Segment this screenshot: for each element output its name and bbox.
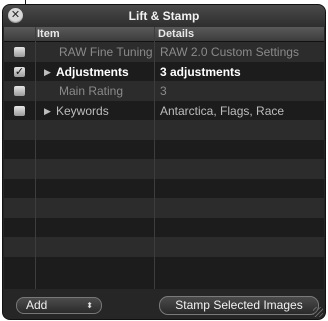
row-checkbox[interactable]: ✓ xyxy=(14,66,25,77)
row-details-label: Antarctica, Flags, Race xyxy=(160,103,285,118)
resize-grip-icon[interactable] xyxy=(313,307,323,317)
column-header-item[interactable]: Item xyxy=(37,27,60,41)
empty-row xyxy=(4,139,324,159)
row-details-label: 3 adjustments xyxy=(160,64,241,79)
row-checkbox[interactable]: ✓ xyxy=(14,105,25,116)
table-header: Item Details xyxy=(4,27,324,42)
window-title: Lift & Stamp xyxy=(128,9,200,23)
disclosure-triangle-icon[interactable]: ▶ xyxy=(44,105,51,117)
empty-row xyxy=(4,178,324,198)
table-body: ✓RAW Fine TuningRAW 2.0 Custom Settings✓… xyxy=(4,42,324,289)
popup-label: Add xyxy=(26,298,48,312)
row-checkbox[interactable]: ✓ xyxy=(14,47,25,57)
attributes-table: Item Details ✓RAW Fine TuningRAW 2.0 Cus… xyxy=(4,27,324,289)
table-row[interactable]: ✓ ▶ Adjustments 3 adjustments xyxy=(4,61,324,81)
disclosure-triangle-icon[interactable]: ▶ xyxy=(44,66,51,78)
empty-row xyxy=(4,237,324,257)
row-details-label: 3 xyxy=(160,84,167,98)
row-item-label: Keywords xyxy=(56,103,109,118)
empty-row xyxy=(4,120,324,140)
table-row[interactable]: ✓ ▶ Keywords Antarctica, Flags, Race xyxy=(4,100,324,120)
title-bar: ✕ Lift & Stamp xyxy=(3,5,325,27)
empty-row xyxy=(4,256,324,276)
row-checkbox[interactable]: ✓ xyxy=(14,86,25,96)
add-mode-popup[interactable]: Add ⬍ xyxy=(16,297,102,314)
bottom-bar: Add ⬍ Stamp Selected Images xyxy=(3,289,325,319)
row-item-label: Adjustments xyxy=(56,64,129,79)
table-row[interactable]: ✓Main Rating3 xyxy=(4,81,324,101)
column-divider xyxy=(35,27,36,289)
empty-row xyxy=(4,217,324,237)
row-details-label: RAW 2.0 Custom Settings xyxy=(160,45,299,59)
empty-row xyxy=(4,198,324,218)
column-header-details[interactable]: Details xyxy=(158,27,194,41)
lift-stamp-hud: ✕ Lift & Stamp Item Details ✓RAW Fine Tu… xyxy=(3,5,325,319)
table-row[interactable]: ✓RAW Fine TuningRAW 2.0 Custom Settings xyxy=(4,42,324,62)
stamp-selected-images-button[interactable]: Stamp Selected Images xyxy=(159,296,319,315)
column-divider xyxy=(154,27,155,289)
empty-row xyxy=(4,159,324,179)
up-down-arrows-icon: ⬍ xyxy=(86,301,93,310)
